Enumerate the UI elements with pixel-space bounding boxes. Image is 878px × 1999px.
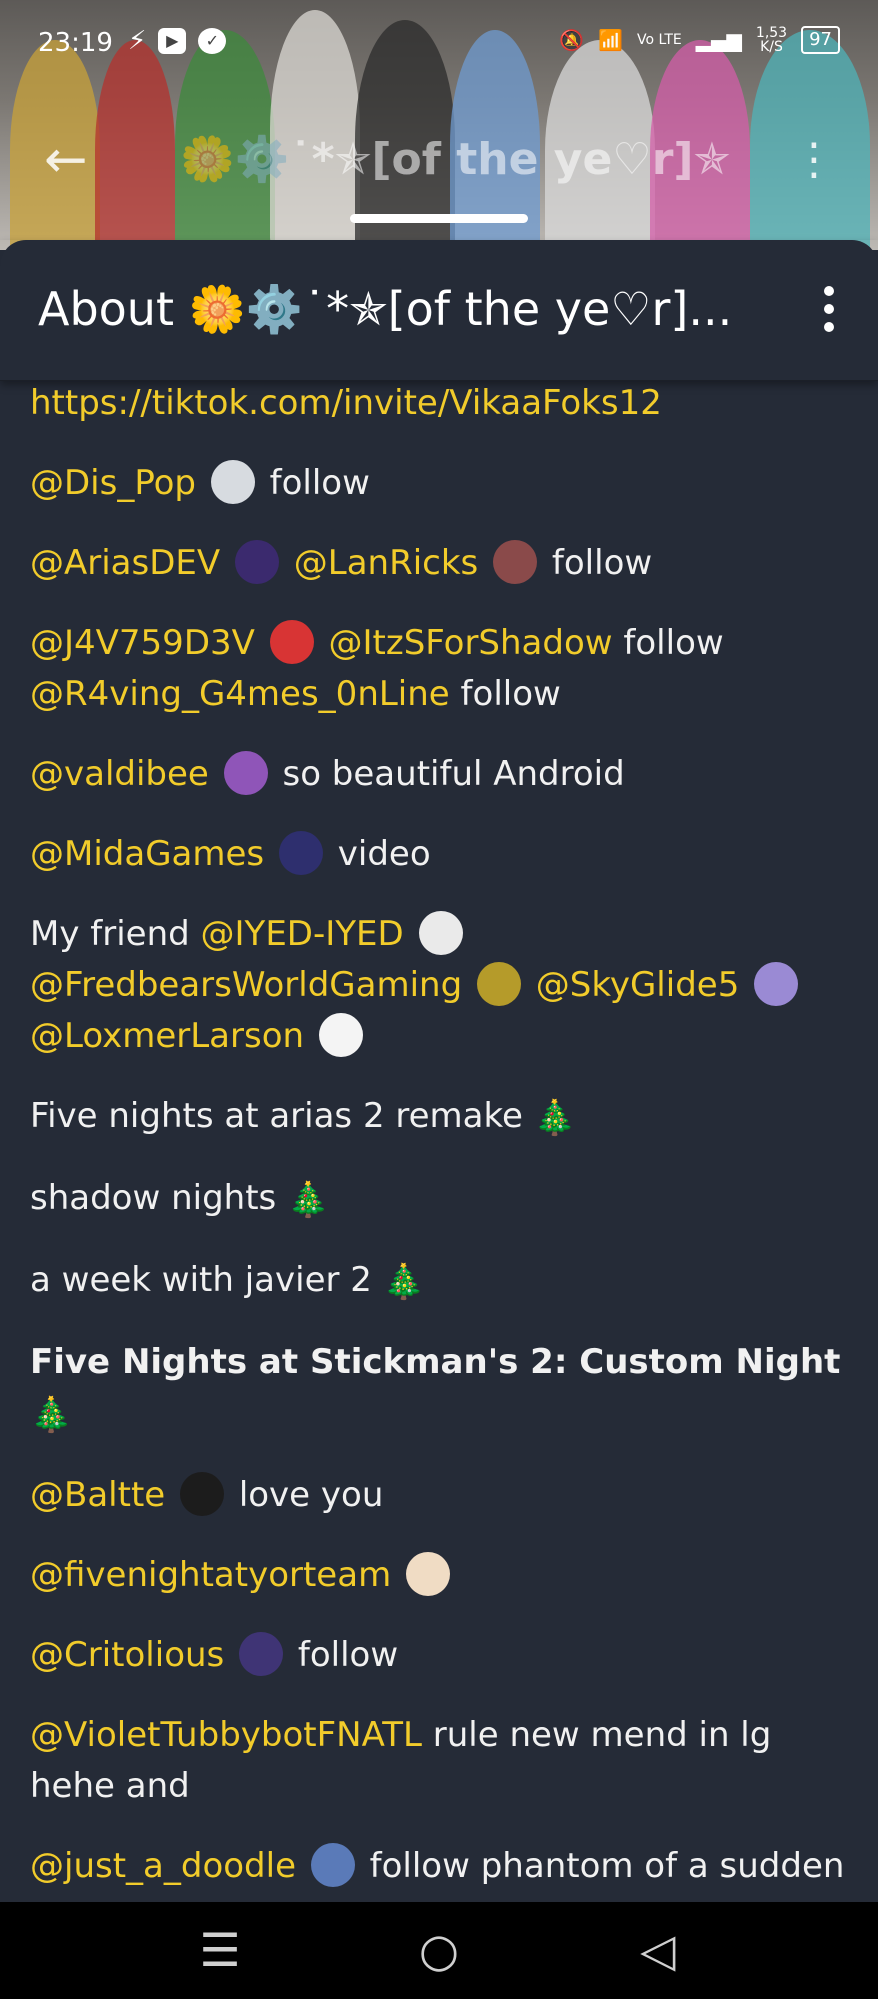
- battery-indicator: 97: [801, 26, 840, 54]
- more-options-icon[interactable]: ⋮: [792, 130, 836, 190]
- avatar[interactable]: [418, 911, 463, 955]
- mention-just-a-doodle[interactable]: @just_a_doodle: [30, 1846, 296, 1886]
- mention-violettubbybot[interactable]: @VioletTubbybotFNATL: [30, 1715, 422, 1755]
- mention-baltte[interactable]: @Baltte: [30, 1475, 165, 1515]
- list-item: Five Nights at Stickman's 2: Custom Nigh…: [30, 1342, 841, 1435]
- avatar[interactable]: [754, 962, 799, 1006]
- sheet-header: About 🌼⚙️˙*✯[of the ye♡r]...: [0, 240, 878, 381]
- avatar[interactable]: [239, 1632, 284, 1676]
- list-item: @MidaGames video: [30, 829, 850, 880]
- list-item: @Critolious follow: [30, 1630, 850, 1681]
- lightning-icon: ⚡: [128, 26, 147, 56]
- status-time: 23:19: [38, 28, 113, 58]
- mention-dis-pop[interactable]: @Dis_Pop: [30, 463, 196, 503]
- list-item: @Baltte love you: [30, 1470, 850, 1521]
- avatar[interactable]: [310, 1843, 355, 1887]
- list-item: shadow nights 🎄: [30, 1178, 330, 1220]
- list-item: @VioletTubbybotFNATL rule new mend in lg…: [30, 1715, 772, 1806]
- mention-midagames[interactable]: @MidaGames: [30, 834, 264, 874]
- system-nav-bar: ☰ ○ ◁: [0, 1902, 878, 1999]
- avatar[interactable]: [278, 831, 323, 875]
- home-icon[interactable]: ○: [409, 1920, 469, 1980]
- mention-lanricks[interactable]: @LanRicks: [294, 543, 479, 583]
- avatar[interactable]: [223, 751, 268, 795]
- sheet-title: About 🌼⚙️˙*✯[of the ye♡r]...: [38, 282, 733, 336]
- list-item: @valdibee so beautiful Android: [30, 749, 850, 800]
- banner-title: 🌼⚙️˙*✯[of the ye♡r]✯: [180, 134, 731, 185]
- list-item: My friend @IYED-IYED @FredbearsWorldGami…: [30, 909, 850, 1062]
- christmas-tree-icon: 🎄: [30, 1395, 73, 1435]
- about-sheet: About 🌼⚙️˙*✯[of the ye♡r]... https://tik…: [0, 240, 878, 1937]
- network-speed: 1,53 K/S: [755, 25, 788, 55]
- christmas-tree-icon: 🎄: [382, 1262, 426, 1302]
- list-item: @J4V759D3V @ItzSForShadow follow @R4ving…: [30, 618, 850, 720]
- youtube-icon: ▶: [158, 28, 187, 54]
- about-content: https://tiktok.com/invite/VikaaFoks12 @D…: [30, 380, 850, 1972]
- recent-apps-icon[interactable]: ☰: [190, 1920, 250, 1980]
- christmas-tree-icon: 🎄: [533, 1098, 577, 1138]
- network-type: Vo LTE: [636, 32, 682, 48]
- avatar[interactable]: [210, 460, 255, 504]
- sheet-drag-handle[interactable]: [350, 214, 528, 223]
- avatar[interactable]: [234, 540, 279, 584]
- list-item: @AriasDEV @LanRicks follow: [30, 538, 850, 589]
- avatar[interactable]: [493, 540, 538, 584]
- tiktok-link[interactable]: https://tiktok.com/invite/VikaaFoks12: [30, 383, 662, 423]
- avatar[interactable]: [269, 620, 314, 664]
- avatar[interactable]: [180, 1472, 224, 1516]
- list-item: a week with javier 2 🎄: [30, 1260, 426, 1302]
- mention-itzsforshadow[interactable]: @ItzSForShadow: [329, 623, 613, 663]
- mail-check-icon: ✓: [198, 28, 227, 54]
- mention-fredbears[interactable]: @FredbearsWorldGaming: [30, 965, 462, 1005]
- sheet-menu-icon[interactable]: [822, 286, 836, 332]
- mention-valdibee[interactable]: @valdibee: [30, 754, 209, 794]
- list-item: @Dis_Pop follow: [30, 458, 850, 509]
- mention-j4v759d3v[interactable]: @J4V759D3V: [30, 623, 255, 663]
- mention-skyglide5[interactable]: @SkyGlide5: [536, 965, 740, 1005]
- wifi-icon: 📶: [598, 28, 623, 52]
- list-item: @fivenightatyorteam: [30, 1550, 850, 1601]
- christmas-tree-icon: 🎄: [287, 1180, 330, 1220]
- mention-critolious[interactable]: @Critolious: [30, 1635, 224, 1675]
- avatar[interactable]: [318, 1013, 363, 1057]
- mention-loxmerlarson[interactable]: @LoxmerLarson: [30, 1016, 304, 1056]
- mention-ariasdev[interactable]: @AriasDEV: [30, 543, 220, 583]
- back-icon[interactable]: ◁: [628, 1920, 688, 1980]
- bell-off-icon: 🔕: [559, 28, 585, 52]
- mention-iyed[interactable]: @IYED-IYED: [201, 914, 404, 954]
- mention-r4ving[interactable]: @R4ving_G4mes_0nLine: [30, 674, 450, 714]
- profile-banner: 23:19 ⚡ ▶ ✓ 🔕 📶 Vo LTE ▂▄▆ 1,53 K/S 97 ← …: [0, 0, 878, 250]
- avatar[interactable]: [476, 962, 521, 1006]
- mention-fivenightatyorteam[interactable]: @fivenightatyorteam: [30, 1555, 391, 1595]
- signal-icon: ▂▄▆: [695, 28, 742, 52]
- status-bar: 23:19 ⚡ ▶ ✓ 🔕 📶 Vo LTE ▂▄▆ 1,53 K/S 97: [0, 0, 878, 90]
- tiktok-link-paragraph: https://tiktok.com/invite/VikaaFoks12: [30, 378, 850, 429]
- list-item: Five nights at arias 2 remake 🎄: [30, 1096, 577, 1138]
- avatar[interactable]: [406, 1552, 450, 1596]
- back-arrow-icon[interactable]: ←: [44, 130, 88, 190]
